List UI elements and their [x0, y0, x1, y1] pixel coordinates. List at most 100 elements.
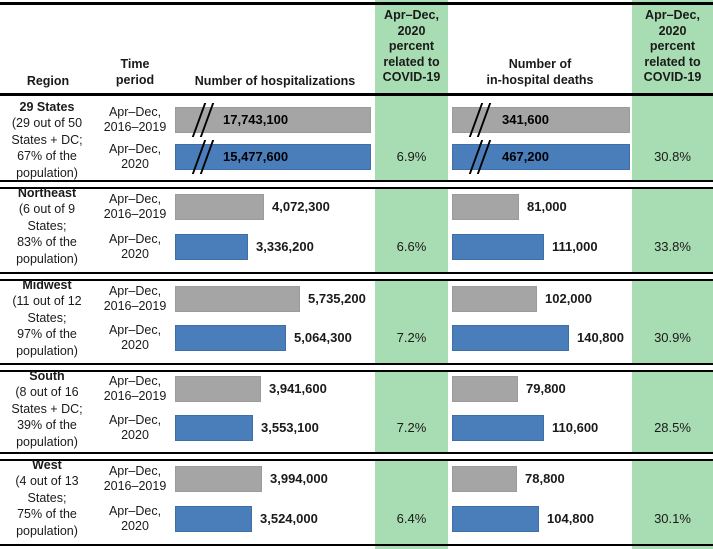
- hospitalization-bar-covid: [175, 415, 253, 441]
- region-subtext-line4: population): [16, 343, 78, 358]
- period-label-baseline: Apr–Dec, 2016–2019: [95, 374, 175, 404]
- hospitalization-bar-baseline: [175, 194, 264, 220]
- death-percent-covid: 28.5%: [654, 420, 691, 435]
- period-label-baseline: Apr–Dec, 2016–2019: [95, 105, 175, 135]
- period-line2: 2016–2019: [103, 207, 167, 221]
- deaths-value-covid: 104,800: [547, 511, 594, 526]
- deaths-value-covid: 111,000: [552, 239, 598, 254]
- column-header-death-percent-covid: Apr–Dec, 2020 percent related to COVID-1…: [632, 8, 713, 86]
- region-name: South: [29, 369, 65, 383]
- hosp-pct-header-line5: COVID-19: [382, 70, 441, 84]
- column-header-time-period-line1: Time: [120, 57, 150, 71]
- deaths-bar-baseline: [452, 466, 517, 492]
- hospitalization-percent-covid: 6.4%: [396, 511, 427, 526]
- deaths-bar-covid: [452, 415, 544, 441]
- deaths-value-baseline: 79,800: [526, 381, 566, 396]
- hospitalization-percent-covid: 7.2%: [396, 330, 427, 345]
- region-subtext-line2: States;: [27, 310, 67, 325]
- column-header-time-period: Time period: [96, 57, 174, 88]
- period-line2: 2020: [121, 428, 149, 442]
- table-row: Midwest (11 out of 12 States; 97% of the pop…: [0, 275, 713, 363]
- period-line2: 2016–2019: [103, 299, 167, 313]
- deaths-bar-covid: [452, 234, 544, 260]
- hospitalization-value-covid: 15,477,600: [223, 149, 289, 164]
- region-subtext-line3: 97% of the: [17, 327, 77, 342]
- period-line2: 2016–2019: [103, 120, 167, 134]
- region-cell: 29 States (29 out of 50 States + DC; 67% of…: [0, 99, 94, 181]
- region-name: Northeast: [17, 186, 77, 200]
- region-subtext-line1: (4 out of 13: [15, 474, 79, 489]
- column-header-hospitalizations: Number of hospitalizations: [194, 74, 356, 88]
- deaths-value-baseline: 341,600: [502, 112, 549, 127]
- region-subtext-line1: (11 out of 12: [12, 294, 82, 309]
- hospitalization-bar-baseline: [175, 466, 262, 492]
- period-line1: Apr–Dec,: [108, 504, 162, 518]
- table-row: West (4 out of 13 States; 75% of the populat…: [0, 455, 713, 544]
- period-label-covid: Apr–Dec, 2020: [95, 413, 175, 443]
- table-header: Region Time period Number of hospitaliza…: [0, 0, 713, 97]
- region-subtext-line2: States + DC;: [11, 132, 83, 147]
- deaths-bar-covid: [452, 325, 569, 351]
- region-cell: West (4 out of 13 States; 75% of the populat…: [0, 457, 94, 539]
- death-pct-header-line1: Apr–Dec,: [645, 8, 700, 22]
- death-percent-covid: 30.1%: [654, 511, 691, 526]
- region-subtext-line3: 39% of the: [17, 418, 77, 433]
- region-subtext-line4: population): [16, 434, 78, 449]
- region-cell: South (8 out of 16 States + DC; 39% of the p…: [0, 368, 94, 450]
- hospitalization-value-baseline: 17,743,100: [223, 112, 289, 127]
- deaths-header-line1: Number of: [508, 57, 572, 71]
- column-header-hospitalization-percent-covid: Apr–Dec, 2020 percent related to COVID-1…: [375, 8, 448, 86]
- region-name: Midwest: [22, 278, 72, 292]
- hosp-pct-header-line2: 2020: [397, 23, 426, 38]
- region-subtext-line2: States + DC;: [11, 401, 83, 416]
- deaths-bar-covid: [452, 506, 539, 532]
- region-cell: Midwest (11 out of 12 States; 97% of the pop…: [0, 277, 94, 359]
- region-subtext-line4: population): [16, 523, 78, 538]
- death-percent-covid: 33.8%: [654, 239, 691, 254]
- period-line2: 2020: [121, 247, 149, 261]
- column-header-time-period-line2: period: [115, 72, 155, 87]
- period-label-baseline: Apr–Dec, 2016–2019: [95, 284, 175, 314]
- region-subtext-line2: States;: [27, 490, 67, 505]
- deaths-value-baseline: 102,000: [545, 291, 592, 306]
- hospitalization-bar-baseline: [175, 376, 261, 402]
- table-row: South (8 out of 16 States + DC; 39% of the p…: [0, 366, 713, 452]
- region-subtext-line3: 83% of the: [17, 235, 77, 250]
- hospitalization-value-covid: 3,336,200: [256, 239, 314, 254]
- period-line1: Apr–Dec,: [108, 323, 162, 337]
- deaths-bar-baseline: [452, 286, 537, 312]
- period-line1: Apr–Dec,: [108, 142, 162, 156]
- period-line1: Apr–Dec,: [108, 105, 162, 119]
- death-pct-header-line4: related to: [644, 54, 701, 69]
- period-line1: Apr–Dec,: [108, 413, 162, 427]
- table-rule: [0, 544, 713, 546]
- hospitalization-percent-covid: 6.6%: [396, 239, 427, 254]
- hospitalization-value-baseline: 4,072,300: [272, 199, 330, 214]
- hospitalization-covid-table: Region Time period Number of hospitaliza…: [0, 0, 713, 549]
- deaths-value-baseline: 81,000: [527, 199, 567, 214]
- hospitalization-bar-covid: [175, 234, 248, 260]
- period-line1: Apr–Dec,: [108, 192, 162, 206]
- region-subtext-line1: (29 out of 50: [11, 116, 83, 131]
- period-line1: Apr–Dec,: [108, 284, 162, 298]
- table-row: 29 States (29 out of 50 States + DC; 67% of…: [0, 97, 713, 180]
- hospitalization-bar-covid: [175, 506, 252, 532]
- hospitalization-value-covid: 3,524,000: [260, 511, 318, 526]
- deaths-header-line2: in-hospital deaths: [486, 72, 594, 87]
- period-line2: 2016–2019: [103, 389, 167, 403]
- period-line2: 2016–2019: [103, 479, 167, 493]
- period-label-baseline: Apr–Dec, 2016–2019: [95, 192, 175, 222]
- region-cell: Northeast (6 out of 9 States; 83% of the pop…: [0, 185, 94, 267]
- region-subtext-line4: population): [16, 251, 78, 266]
- period-line2: 2020: [121, 157, 149, 171]
- region-subtext-line3: 67% of the: [17, 149, 77, 164]
- hospitalization-bar-covid: [175, 325, 286, 351]
- region-name: 29 States: [19, 100, 75, 114]
- period-line1: Apr–Dec,: [108, 232, 162, 246]
- region-subtext-line4: population): [16, 165, 78, 180]
- deaths-value-baseline: 78,800: [525, 471, 565, 486]
- hospitalization-percent-covid: 6.9%: [396, 149, 427, 164]
- hosp-pct-header-line3: percent: [388, 39, 435, 53]
- period-label-baseline: Apr–Dec, 2016–2019: [95, 464, 175, 494]
- period-label-covid: Apr–Dec, 2020: [95, 323, 175, 353]
